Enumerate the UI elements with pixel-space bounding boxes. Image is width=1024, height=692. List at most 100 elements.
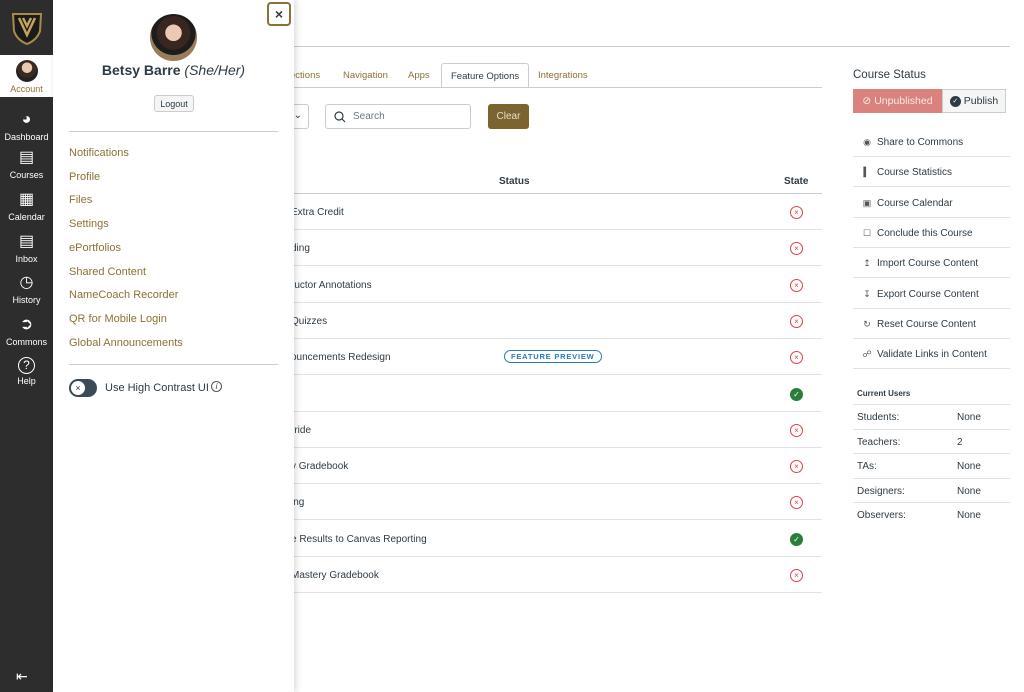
- user-pronouns: (She/Her): [184, 62, 246, 78]
- tab-sections[interactable]: ections: [290, 63, 320, 88]
- calendar-icon: ▦: [18, 191, 35, 208]
- check-circle-icon: ✓: [949, 95, 961, 107]
- commons-icon: ➲: [19, 316, 34, 333]
- shield-logo-icon: [11, 12, 42, 45]
- nav-dashboard[interactable]: ◕ Dashboard: [0, 110, 53, 142]
- header-divider: [294, 46, 1010, 47]
- course-status-title: Course Status: [853, 69, 926, 81]
- nav-account[interactable]: Account: [0, 55, 53, 97]
- tab-feature-options[interactable]: Feature Options: [441, 63, 530, 88]
- tab-apps[interactable]: Apps: [408, 63, 430, 88]
- action-course-calendar[interactable]: ▣ Course Calendar: [853, 188, 1010, 218]
- action-label: Validate Links in Content: [877, 349, 987, 361]
- user-name: Betsy Barre (She/Her): [53, 62, 294, 78]
- reset-icon: ↻: [863, 318, 871, 329]
- unpublished-label: Unpublished: [874, 95, 933, 107]
- action-reset-course-content[interactable]: ↻ Reset Course Content: [853, 309, 1010, 339]
- table-row: ouncements Redesign FEATURE PREVIEW ×: [270, 339, 822, 376]
- feature-name: rride: [291, 424, 312, 436]
- nav-calendar[interactable]: ▦ Calendar: [0, 190, 53, 222]
- nav-inbox[interactable]: ▤ Inbox: [0, 232, 53, 264]
- nav-label: Dashboard: [4, 132, 49, 142]
- close-tray-button[interactable]: ×: [267, 2, 291, 26]
- tray-link-shared-content[interactable]: Shared Content: [69, 266, 146, 278]
- upload-icon: ↥: [863, 258, 871, 269]
- publish-button[interactable]: ✓ Publish: [942, 89, 1006, 113]
- nav-label: History: [12, 295, 41, 305]
- disabled-x-icon[interactable]: ×: [790, 206, 803, 219]
- user-role: Students:: [857, 412, 900, 423]
- enabled-check-icon[interactable]: ✓: [790, 387, 803, 401]
- feature-name: y Gradebook: [291, 461, 349, 473]
- info-icon[interactable]: i: [211, 381, 222, 392]
- tab-navigation[interactable]: Navigation: [343, 63, 388, 88]
- university-logo[interactable]: [0, 0, 53, 55]
- nav-account-label: Account: [10, 84, 43, 94]
- table-row: Mastery Gradebook ×: [270, 557, 822, 593]
- feature-name: Mastery Gradebook: [291, 570, 379, 581]
- feature-preview-badge: FEATURE PREVIEW: [504, 350, 602, 364]
- nav-help[interactable]: ? Help: [0, 357, 53, 386]
- divider: [69, 131, 278, 132]
- high-contrast-toggle[interactable]: ×: [69, 379, 97, 397]
- nav-courses[interactable]: ▤ Courses: [0, 148, 53, 180]
- tray-link-global-announcements[interactable]: Global Announcements: [69, 337, 183, 349]
- state-header: State: [784, 176, 809, 187]
- action-validate-links-in-content[interactable]: ☍ Validate Links in Content: [853, 339, 1010, 370]
- table-row: ✓: [270, 376, 822, 412]
- feature-name: ouncements Redesign: [291, 352, 391, 364]
- disabled-x-icon[interactable]: ×: [790, 423, 803, 437]
- action-share-to-commons[interactable]: ◉ Share to Commons: [853, 127, 1010, 157]
- search-input[interactable]: Search: [325, 104, 471, 129]
- disabled-x-icon[interactable]: ×: [790, 351, 803, 365]
- tray-link-profile[interactable]: Profile: [69, 171, 100, 183]
- tray-link-qr-for-mobile-login[interactable]: QR for Mobile Login: [69, 313, 167, 325]
- disabled-x-icon[interactable]: ×: [790, 314, 803, 328]
- chevron-down-icon: ⌄: [293, 110, 302, 121]
- disabled-x-icon[interactable]: ×: [790, 460, 803, 474]
- action-import-course-content[interactable]: ↥ Import Course Content: [853, 248, 1010, 279]
- nav-label: Calendar: [8, 212, 45, 222]
- status-header: Status: [499, 176, 530, 187]
- disabled-x-icon[interactable]: ×: [790, 569, 803, 582]
- calendar-icon: ▣: [862, 197, 872, 208]
- user-count-row: TAs: None: [853, 453, 1010, 477]
- table-row: Quizzes ×: [270, 303, 822, 339]
- nav-commons[interactable]: ➲ Commons: [0, 315, 53, 347]
- clear-button[interactable]: Clear: [488, 104, 529, 129]
- user-name-text: Betsy Barre: [101, 62, 181, 78]
- user-role: Designers:: [857, 485, 905, 497]
- disabled-x-icon[interactable]: ×: [790, 278, 803, 292]
- high-contrast-label: Use High Contrast UI: [105, 382, 209, 394]
- x-icon: ×: [70, 380, 86, 396]
- nav-history[interactable]: ◷ History: [0, 273, 53, 305]
- enabled-check-icon[interactable]: ✓: [790, 532, 803, 546]
- account-tray: × Betsy Barre (She/Her) Logout Notificat…: [53, 0, 294, 692]
- profile-avatar: [150, 14, 197, 61]
- table-row: rride ×: [270, 412, 822, 448]
- logout-button[interactable]: Logout: [154, 95, 194, 112]
- disabled-x-icon[interactable]: ×: [790, 242, 803, 256]
- nav-label: Inbox: [15, 254, 38, 264]
- tray-link-namecoach-recorder[interactable]: NameCoach Recorder: [69, 289, 178, 301]
- collapse-nav-icon[interactable]: ⇤: [16, 668, 28, 685]
- action-label: Share to Commons: [877, 137, 964, 148]
- tab-integrations[interactable]: Integrations: [538, 63, 588, 88]
- action-course-statistics[interactable]: ▍ Course Statistics: [853, 157, 1010, 188]
- tray-link-eportfolios[interactable]: ePortfolios: [69, 242, 121, 254]
- disabled-x-icon[interactable]: ×: [790, 496, 803, 510]
- unpublished-button[interactable]: ⊘ Unpublished: [853, 89, 942, 113]
- table-row: y Gradebook ×: [270, 448, 822, 485]
- nav-label: Courses: [9, 170, 44, 180]
- action-label: Conclude this Course: [877, 227, 973, 239]
- nav-label: Commons: [5, 337, 47, 347]
- action-export-course-content[interactable]: ↧ Export Course Content: [853, 279, 1010, 309]
- tray-link-settings[interactable]: Settings: [69, 218, 109, 230]
- user-role: Observers:: [857, 510, 906, 521]
- unpublished-icon: ⊘: [862, 95, 872, 107]
- action-conclude-this-course[interactable]: ☐ Conclude this Course: [853, 218, 1010, 248]
- user-count-row: Observers: None: [853, 502, 1010, 526]
- tray-link-notifications[interactable]: Notifications: [69, 147, 129, 159]
- user-count: None: [957, 461, 981, 472]
- tray-link-files[interactable]: Files: [69, 194, 92, 206]
